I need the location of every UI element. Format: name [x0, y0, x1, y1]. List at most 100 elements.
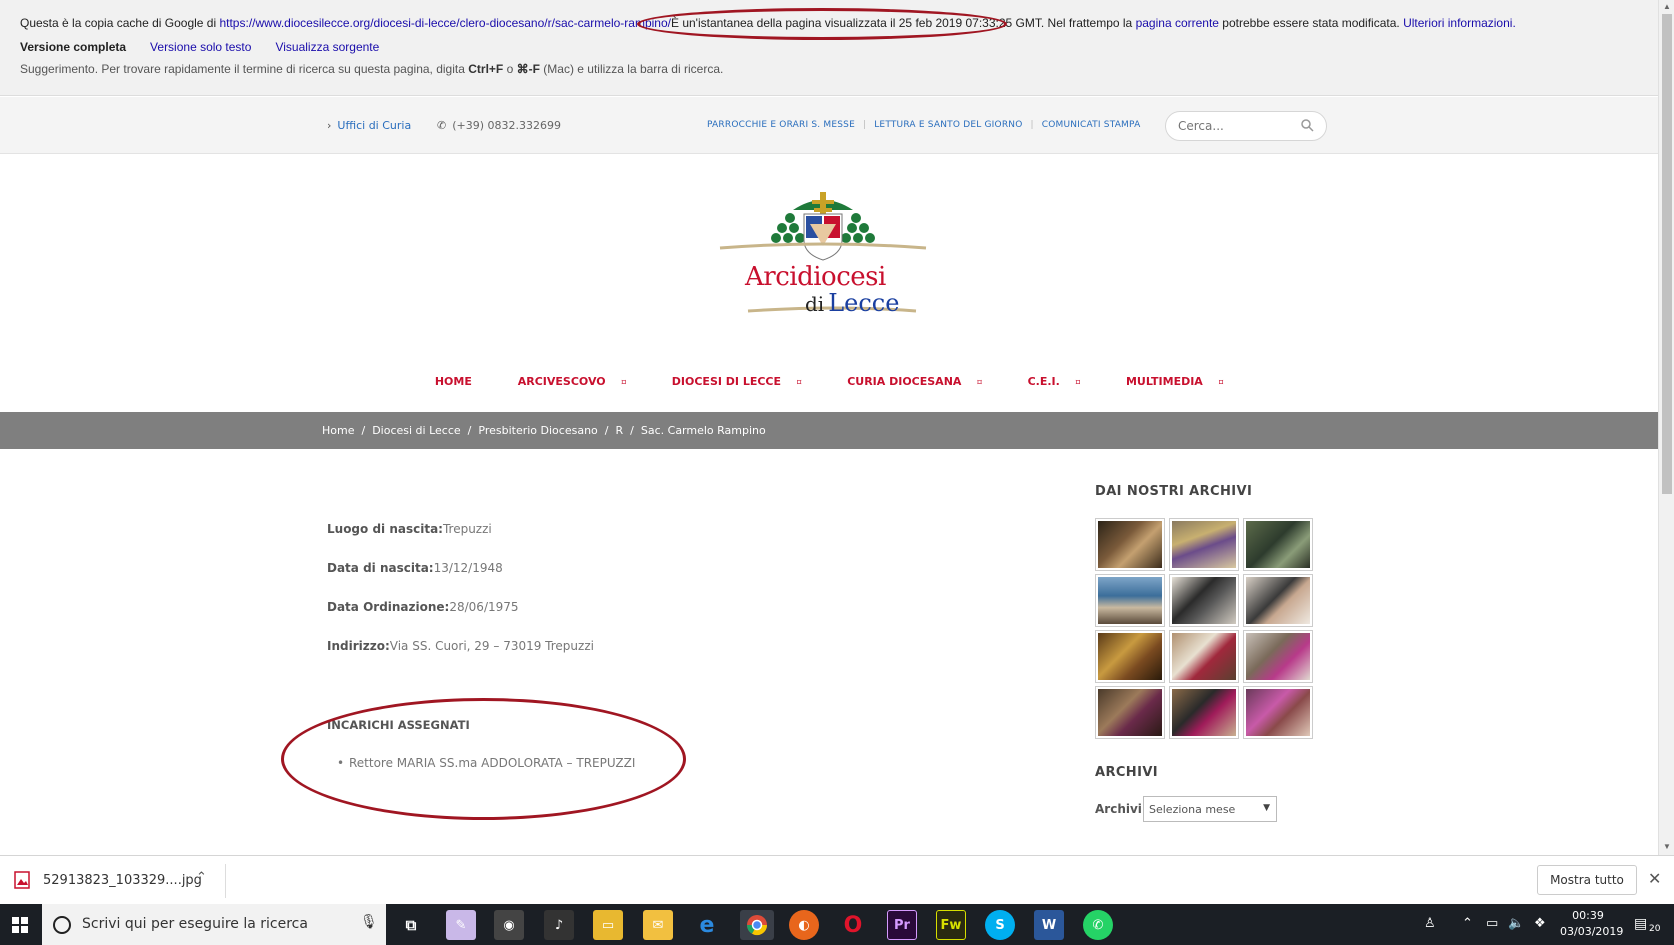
volume-icon[interactable]: 🔈 — [1508, 916, 1524, 931]
network-icon[interactable]: ▭ — [1486, 916, 1498, 931]
cached-url-link[interactable]: https://www.diocesilecce.org/diocesi-di-… — [219, 16, 671, 30]
tip-suffix: (Mac) e utilizza la barra di ricerca. — [539, 62, 724, 76]
dropdown-caret-icon: ⌑ — [1075, 378, 1081, 387]
chrome-browser-icon[interactable] — [740, 910, 774, 940]
search-icon[interactable] — [1301, 119, 1314, 132]
firefox-browser-icon[interactable]: ◐ — [789, 910, 819, 940]
utility-bar: › Uffici di Curia ✆ (+39) 0832.332699 PARR… — [0, 97, 1658, 154]
archives-select-value: Seleziona mese — [1149, 803, 1236, 816]
crumb-separator: / — [467, 424, 472, 437]
view-source-link[interactable]: Visualizza sorgente — [275, 40, 379, 54]
voice-recorder-icon[interactable]: ♪ — [544, 910, 574, 940]
edge-browser-icon[interactable]: e — [692, 910, 722, 940]
select-arrow-icon: ▼ — [1263, 803, 1270, 813]
cortana-icon — [53, 916, 71, 934]
tip-key-ctrl-f: Ctrl+F — [468, 62, 504, 76]
gallery-thumbnail[interactable] — [1095, 630, 1165, 683]
more-info-link[interactable]: Ulteriori informazioni. — [1403, 16, 1516, 30]
gallery-thumbnail[interactable] — [1095, 574, 1165, 627]
scroll-up-icon[interactable]: ▲ — [1663, 2, 1671, 11]
menu-separator: | — [862, 120, 867, 130]
cache-info-line: Questa è la copia cache di Google di htt… — [20, 16, 1516, 30]
folder-app-icon[interactable]: ✉ — [643, 910, 673, 940]
menu-lettura[interactable]: LETTURA E SANTO DEL GIORNO — [874, 120, 1022, 130]
scrollbar-thumb[interactable] — [1662, 14, 1672, 494]
gallery-thumbnail[interactable] — [1169, 574, 1239, 627]
gallery-thumbnail[interactable] — [1243, 574, 1313, 627]
gallery-thumbnail[interactable] — [1243, 630, 1313, 683]
dropbox-icon[interactable]: ❖ — [1534, 916, 1546, 931]
premiere-app-icon[interactable]: Pr — [887, 910, 917, 940]
people-icon[interactable]: ♙ — [1424, 916, 1436, 931]
taskbar-search-text: Scrivi qui per eseguire la ricerca — [82, 916, 308, 932]
gallery-thumbnail[interactable] — [1169, 686, 1239, 739]
crumb-current: Sac. Carmelo Rampino — [640, 424, 766, 437]
nav-home[interactable]: HOME — [435, 375, 472, 388]
tray-chevron-icon[interactable]: ⌃ — [1462, 916, 1473, 931]
nav-curia[interactable]: CURIA DIOCESANA ⌑ — [833, 375, 982, 388]
main-navigation: HOME ARCIVESCOVO ⌑ DIOCESI DI LECCE ⌑ CURI… — [0, 375, 1658, 388]
whatsapp-app-icon[interactable]: ✆ — [1083, 910, 1113, 940]
dropdown-caret-icon: ⌑ — [977, 378, 982, 387]
crumb-r[interactable]: R — [616, 424, 624, 437]
search-input[interactable] — [1176, 118, 1296, 134]
paint-app-icon[interactable]: ✎ — [446, 910, 476, 940]
image-file-icon — [14, 871, 30, 889]
gallery-thumbnail[interactable] — [1243, 686, 1313, 739]
crumb-home[interactable]: Home — [322, 424, 354, 437]
taskbar-search[interactable]: Scrivi qui per eseguire la ricerca 🎙 — [42, 904, 386, 945]
microphone-icon[interactable]: 🎙 — [360, 914, 378, 930]
download-filename[interactable]: 52913823_103329....jpg — [43, 873, 202, 888]
birthplace-field: Luogo di nascita:Trepuzzi — [327, 522, 492, 536]
address-field: Indirizzo:Via SS. Cuori, 29 – 73019 Trep… — [327, 639, 594, 653]
file-explorer-icon[interactable]: ▭ — [593, 910, 623, 940]
gallery-thumbnail[interactable] — [1169, 630, 1239, 683]
windows-taskbar: Scrivi qui per eseguire la ricerca 🎙 ⧉ ✎… — [0, 904, 1674, 945]
text-only-link[interactable]: Versione solo testo — [150, 40, 251, 54]
nav-cei[interactable]: C.E.I. ⌑ — [1014, 375, 1081, 388]
opera-browser-icon[interactable]: O — [838, 910, 868, 940]
close-icon[interactable]: ✕ — [1648, 869, 1661, 888]
page-scrollbar[interactable]: ▲ ▼ — [1658, 0, 1674, 855]
nav-diocesi-label: DIOCESI DI LECCE — [671, 375, 782, 388]
nav-multimedia[interactable]: MULTIMEDIA ⌑ — [1112, 375, 1223, 388]
gallery-thumbnail[interactable] — [1169, 518, 1239, 571]
current-page-link[interactable]: pagina corrente — [1136, 16, 1219, 30]
crumb-separator: / — [361, 424, 366, 437]
crumb-separator: / — [630, 424, 634, 437]
uffici-curia-link[interactable]: › Uffici di Curia — [327, 119, 411, 132]
assignments-title: INCARICHI ASSEGNATI — [327, 718, 470, 732]
phone-number: ✆ (+39) 0832.332699 — [437, 119, 561, 132]
dropdown-caret-icon: ⌑ — [797, 378, 802, 387]
gallery-thumbnail[interactable] — [1095, 518, 1165, 571]
chevron-up-icon[interactable]: ⌃ — [196, 870, 207, 885]
clock-time: 00:39 — [1572, 909, 1604, 922]
menu-parrocchie[interactable]: PARROCCHIE E ORARI S. MESSE — [707, 120, 855, 130]
scroll-down-icon[interactable]: ▼ — [1663, 842, 1671, 851]
dropdown-caret-icon: ⌑ — [1218, 378, 1224, 387]
menu-separator: | — [1030, 120, 1034, 130]
cache-tip: Suggerimento. Per trovare rapidamente il… — [20, 62, 723, 76]
action-center-icon[interactable]: ▤ — [1634, 916, 1647, 932]
archives-month-select[interactable]: Seleziona mese ▼ — [1143, 796, 1277, 822]
task-view-icon[interactable]: ⧉ — [396, 910, 426, 940]
nav-arcivescovo[interactable]: ARCIVESCOVO ⌑ — [504, 375, 626, 388]
archive-photos-title: DAI NOSTRI ARCHIVI — [1095, 484, 1253, 499]
gallery-thumbnail[interactable] — [1243, 518, 1313, 571]
camera-app-icon[interactable]: ◉ — [494, 910, 524, 940]
ordination-value: 28/06/1975 — [449, 600, 519, 614]
gallery-thumbnail[interactable] — [1095, 686, 1165, 739]
menu-comunicati[interactable]: COMUNICATI STAMPA — [1042, 120, 1141, 130]
crumb-presbiterio[interactable]: Presbiterio Diocesano — [478, 424, 597, 437]
skype-app-icon[interactable]: S — [985, 910, 1015, 940]
windows-start-icon[interactable] — [12, 917, 28, 933]
word-app-icon[interactable]: W — [1034, 910, 1064, 940]
crumb-diocesi[interactable]: Diocesi di Lecce — [372, 424, 460, 437]
fireworks-app-icon[interactable]: Fw — [936, 910, 966, 940]
nav-diocesi[interactable]: DIOCESI DI LECCE ⌑ — [658, 375, 802, 388]
show-all-button[interactable]: Mostra tutto — [1537, 865, 1637, 895]
nav-multimedia-label: MULTIMEDIA — [1125, 375, 1203, 388]
breadcrumb: Home / Diocesi di Lecce / Presbiterio Dioces… — [322, 424, 766, 437]
tip-prefix: Suggerimento. Per trovare rapidamente il… — [20, 62, 469, 76]
system-clock[interactable]: 00:39 03/03/2019 — [1560, 908, 1623, 940]
